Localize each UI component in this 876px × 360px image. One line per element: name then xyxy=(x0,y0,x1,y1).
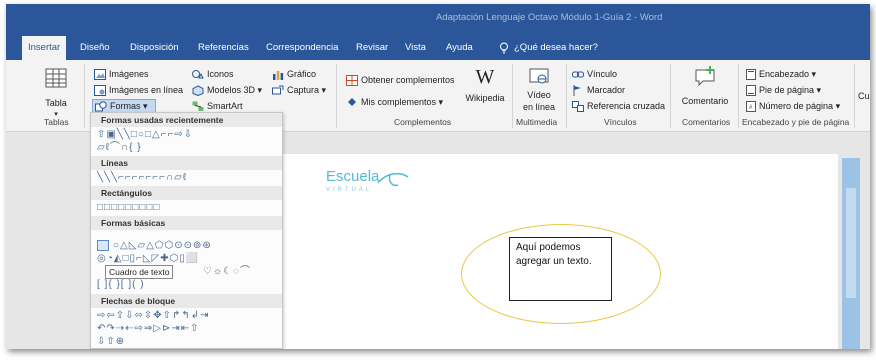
cube-icon xyxy=(192,85,204,97)
section-flechas-de-bloque: Flechas de bloque xyxy=(91,294,282,308)
footer-icon xyxy=(746,85,756,97)
chart-icon xyxy=(273,71,284,81)
vertical-scrollbar[interactable] xyxy=(842,158,860,349)
group-label-tablas: Tablas xyxy=(44,117,69,127)
smartart-button[interactable]: SmartArt xyxy=(192,100,243,112)
cross-reference-icon xyxy=(572,101,584,113)
captura-button[interactable]: Captura ▾ xyxy=(272,84,326,96)
referencia-cruzada-button[interactable]: Referencia cruzada xyxy=(572,100,665,113)
tell-me-search[interactable]: ¿Qué desea hacer? xyxy=(514,36,598,60)
bookmark-icon xyxy=(573,85,581,97)
wikipedia-icon: W xyxy=(475,66,495,88)
encabezado-button[interactable]: Encabezado ▾ xyxy=(746,68,816,81)
section-recent-shapes: Formas usadas recientemente xyxy=(91,113,282,127)
shape-row-lineas[interactable]: ╲╲╲⌐⌐⌐⌐⌐⌐⌐∩▱ℓ xyxy=(97,172,187,184)
screenshot-icon xyxy=(272,85,284,95)
tab-disposicion[interactable]: Disposición xyxy=(130,36,179,60)
ribbon-tabs: Insertar Diseño Disposición Referencias … xyxy=(6,36,870,60)
iconos-button[interactable]: Iconos xyxy=(192,68,234,80)
video-icon xyxy=(529,68,549,84)
escuela-virtual-logo: Escuela VIRTUAL xyxy=(326,168,410,193)
tabla-button[interactable]: Tabla ▾ xyxy=(42,68,70,121)
cut-off-button-label[interactable]: Cu xyxy=(858,90,870,102)
modelos-3d-button[interactable]: Modelos 3D ▾ xyxy=(192,84,262,97)
lightbulb-icon xyxy=(500,42,508,54)
picture-icon xyxy=(94,69,106,81)
shape-row-basicas-4[interactable]: [ ]{ }[ ]( ) xyxy=(97,279,145,291)
link-icon xyxy=(572,71,584,78)
tab-correspondencia[interactable]: Correspondencia xyxy=(266,36,338,60)
numero-de-pagina-button[interactable]: # Número de página ▾ xyxy=(746,100,840,113)
icons-icon xyxy=(192,70,204,79)
logo-swoosh-icon xyxy=(377,172,409,186)
window-title: Adaptación Lenguaje Octavo Módulo 1-Guía… xyxy=(436,12,663,23)
word-window: Adaptación Lenguaje Octavo Módulo 1-Guía… xyxy=(6,4,870,349)
table-icon xyxy=(45,68,67,88)
smartart-icon xyxy=(192,101,204,112)
tab-vista[interactable]: Vista xyxy=(405,36,426,60)
shape-row-basicas-1[interactable]: ○△◺▱△⬠⬡⊙⊙⊚⊛ xyxy=(113,240,212,252)
comment-icon xyxy=(695,66,715,87)
text-box[interactable]: Aquí podemos agregar un texto. xyxy=(509,237,612,301)
tab-insertar[interactable]: Insertar xyxy=(22,36,67,60)
shape-row-flechas-1[interactable]: ⇨⇦⇧⇩⬄⇳✥⇧↱↰↲⇥ xyxy=(97,310,210,322)
shape-row-rectangulos[interactable]: □□□□□□□□□ xyxy=(97,202,160,214)
group-label-encabezado: Encabezado y pie de página xyxy=(742,117,850,127)
shape-row-recent-1[interactable]: ⇧▣╲╲□○□△⌐⌐⇨⇩ xyxy=(97,129,193,141)
section-formas-basicas: Formas básicas xyxy=(91,216,282,230)
document-page[interactable]: Escuela VIRTUAL Aquí podemos agregar un … xyxy=(278,154,838,349)
tab-revisar[interactable]: Revisar xyxy=(356,36,388,60)
header-icon xyxy=(746,69,756,81)
text-box-shape-selected[interactable] xyxy=(97,240,109,251)
section-lineas: Líneas xyxy=(91,156,282,170)
pie-de-pagina-button[interactable]: Pie de página ▾ xyxy=(746,84,821,97)
grafico-button[interactable]: Gráfico xyxy=(272,68,316,81)
section-rectangulos: Rectángulos xyxy=(91,186,282,200)
imagenes-button[interactable]: Imágenes xyxy=(94,68,149,81)
group-label-complementos: Complementos xyxy=(394,117,452,127)
text-box-content: Aquí podemos agregar un texto. xyxy=(516,242,592,267)
online-picture-icon xyxy=(94,85,106,97)
marcador-button[interactable]: Marcador xyxy=(572,84,625,97)
page-number-icon: # xyxy=(746,101,756,113)
addins-icon xyxy=(348,98,356,107)
tooltip-cuadro-de-texto: Cuadro de texto xyxy=(105,265,174,279)
group-label-vinculos: Vínculos xyxy=(604,117,637,127)
shape-row-basicas-3[interactable]: ♡☼☾◌⌒ xyxy=(203,266,251,278)
video-en-linea-button[interactable]: Vídeo en línea xyxy=(518,68,560,113)
shape-row-flechas-3[interactable]: ⇩⇧⊕ xyxy=(97,336,125,348)
shape-row-flechas-2[interactable]: ↶↷⇢⇠⇨⇒▷⊳⇥⇤⇧ xyxy=(97,323,199,335)
group-label-multimedia: Multimedia xyxy=(516,117,558,127)
mis-complementos-button[interactable]: Mis complementos ▾ xyxy=(346,96,443,108)
scrollbar-thumb[interactable] xyxy=(846,188,856,298)
tab-referencias[interactable]: Referencias xyxy=(198,36,249,60)
shapes-gallery: Formas usadas recientemente ⇧▣╲╲□○□△⌐⌐⇨⇩… xyxy=(90,112,283,349)
shape-row-basicas-2[interactable]: ◎◔◭□▯⌐◺◸✚⬡▯⬜ xyxy=(97,253,199,265)
tab-ayuda[interactable]: Ayuda xyxy=(446,36,473,60)
store-icon xyxy=(346,75,358,87)
title-bar: Adaptación Lenguaje Octavo Módulo 1-Guía… xyxy=(6,4,870,36)
obtener-complementos-button[interactable]: Obtener complementos xyxy=(346,74,455,87)
imagenes-en-linea-button[interactable]: Imágenes en línea xyxy=(94,84,183,97)
shape-row-recent-2[interactable]: ▱ℓ⌒∩{ } xyxy=(97,142,142,154)
wikipedia-button[interactable]: W Wikipedia xyxy=(462,66,508,104)
comentario-button[interactable]: Comentario xyxy=(678,66,732,107)
shapes-icon xyxy=(95,101,107,112)
vinculo-button[interactable]: Vínculo xyxy=(572,68,617,80)
group-label-comentarios: Comentarios xyxy=(682,117,731,127)
tabla-label: Tabla xyxy=(45,98,67,108)
logo-word: Escuela xyxy=(326,168,380,185)
tab-diseno[interactable]: Diseño xyxy=(80,36,110,60)
